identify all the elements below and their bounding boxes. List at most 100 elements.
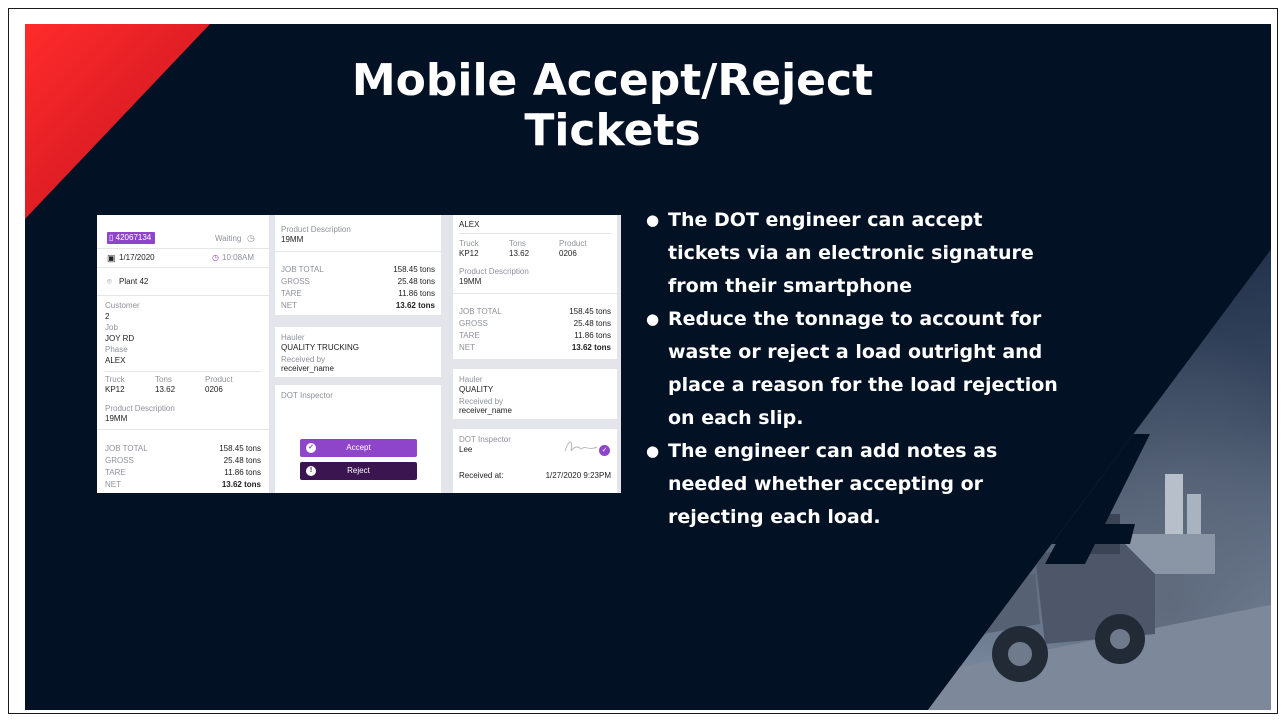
received-at-value: 1/27/2020 9:23PM [545, 471, 611, 480]
slide-canvas: Mobile Accept/Reject Tickets ▯ 42067134 … [25, 24, 1271, 710]
ticket-panel-2-inspector: DOT Inspector ✓ Accept ! Reject [275, 385, 441, 493]
job-total-label: JOB TOTAL [281, 265, 324, 274]
clock-icon: ◷ [247, 233, 255, 243]
job-total-label: JOB TOTAL [459, 307, 502, 316]
job-label: Job [105, 323, 118, 332]
bullet-line: The engineer can add notes as [668, 440, 998, 462]
job-total-value: 158.45 tons [569, 307, 611, 316]
calendar-icon: ▣ [107, 253, 116, 263]
ticket-number-badge[interactable]: ▯ 42067134 [107, 232, 156, 244]
hauler-label: Hauler [459, 375, 483, 384]
slide-title: Mobile Accept/Reject Tickets [325, 56, 900, 156]
ticket-date: 1/17/2020 [119, 253, 155, 262]
net-value: 13.62 tons [221, 480, 261, 489]
title-line-2: Tickets [524, 105, 701, 156]
net-label: NET [459, 343, 475, 352]
net-value: 13.62 tons [571, 343, 611, 352]
job-total-value: 158.45 tons [393, 265, 435, 274]
phase-label: Phase [105, 345, 128, 354]
ticket-panel-1: ▯ 42067134 Waiting ◷ ▣ 1/17/2020 ◷ 10:08… [97, 215, 269, 493]
exclamation-icon: ! [306, 466, 316, 476]
tons-value: 13.62 [509, 249, 530, 258]
signature-image [564, 441, 598, 452]
received-by-label: Received by [281, 355, 326, 364]
truck-label: Truck [459, 239, 479, 248]
received-by-value: receiver_name [281, 364, 334, 373]
bullet-dot: ● [646, 310, 660, 328]
bullet-line: from their smartphone [668, 275, 913, 297]
accept-button-label: Accept [346, 443, 371, 452]
bullet-line: on each slip. [668, 407, 804, 429]
bullet-line: Reduce the tonnage to account for [668, 308, 1042, 330]
received-by-value: receiver_name [459, 406, 512, 415]
hauler-value: QUALITY [459, 385, 494, 394]
truck-label: Truck [105, 375, 125, 384]
product-label: Product [205, 375, 233, 384]
plant-name: Plant 42 [119, 277, 149, 286]
job-value: JOY RD [105, 334, 135, 343]
gross-value: 25.48 tons [223, 456, 261, 465]
hauler-value: QUALITY TRUCKING [281, 343, 359, 352]
received-at-label: Received at: [459, 471, 504, 480]
bullet-line: waste or reject a load outright and [668, 341, 1043, 363]
net-label: NET [281, 301, 297, 310]
tare-label: TARE [105, 468, 126, 477]
app-screenshot: ▯ 42067134 Waiting ◷ ▣ 1/17/2020 ◷ 10:08… [97, 215, 621, 493]
tons-label: Tons [155, 375, 172, 384]
bullet-item: ● Reduce the tonnage to account for wast… [628, 303, 1068, 435]
accept-button[interactable]: ✓ Accept [300, 439, 417, 457]
customer-label: Customer [105, 301, 140, 310]
ticket-panel-2-hauler: Hauler QUALITY TRUCKING Received by rece… [275, 327, 441, 377]
ticket-panel-2-totals: Product Description 19MM JOB TOTAL 158.4… [275, 215, 441, 315]
product-value: 0206 [559, 249, 577, 258]
checkmark-icon: ✓ [599, 445, 610, 456]
ticket-number: 42067134 [115, 233, 152, 242]
ticket-panel-3-hauler: Hauler QUALITY Received by receiver_name [453, 369, 617, 419]
bullet-line: rejecting each load. [668, 506, 881, 528]
gross-label: GROSS [281, 277, 310, 286]
truck-value: KP12 [459, 249, 479, 258]
bullet-line: The DOT engineer can accept [668, 209, 983, 231]
tons-label: Tons [509, 239, 526, 248]
job-total-label: JOB TOTAL [105, 444, 148, 453]
product-description-value: 19MM [281, 235, 304, 244]
bullet-line: tickets via an electronic signature [668, 242, 1034, 264]
truck-value: KP12 [105, 385, 125, 394]
tare-value: 11.86 tons [398, 289, 435, 298]
reject-button[interactable]: ! Reject [300, 462, 417, 480]
tare-value: 11.86 tons [224, 468, 261, 477]
inspector-name: Lee [459, 445, 473, 454]
gross-label: GROSS [105, 456, 134, 465]
dot-inspector-label: DOT Inspector [459, 435, 511, 444]
dot-inspector-label: DOT Inspector [281, 391, 333, 400]
ticket-time: 10:08AM [222, 253, 255, 262]
gross-value: 25.48 tons [573, 319, 611, 328]
product-description-label: Product Description [459, 267, 529, 276]
product-description-label: Product Description [281, 225, 351, 234]
bullet-dot: ● [646, 211, 660, 229]
reject-button-label: Reject [347, 466, 370, 475]
title-line-1: Mobile Accept/Reject [351, 55, 874, 106]
net-value: 13.62 tons [395, 301, 435, 310]
bullet-line: needed whether accepting or [668, 473, 984, 495]
checkmark-icon: ✓ [306, 443, 316, 453]
slide-frame: Mobile Accept/Reject Tickets ▯ 42067134 … [8, 8, 1278, 714]
product-description-label: Product Description [105, 404, 175, 413]
status-label: Waiting [215, 234, 242, 243]
hauler-label: Hauler [281, 333, 305, 342]
bullet-dot: ● [646, 442, 660, 460]
tare-label: TARE [281, 289, 302, 298]
red-corner-accent [25, 24, 210, 219]
gross-label: GROSS [459, 319, 488, 328]
tare-value: 11.86 tons [574, 331, 611, 340]
clock-icon: ◷ [212, 253, 219, 262]
tare-label: TARE [459, 331, 480, 340]
product-description-value: 19MM [105, 414, 128, 423]
tons-value: 13.62 [155, 385, 176, 394]
job-total-value: 158.45 tons [219, 444, 261, 453]
bullet-line: place a reason for the load rejection [668, 374, 1058, 396]
product-value: 0206 [205, 385, 223, 394]
received-by-label: Received by [459, 397, 504, 406]
phase-value: ALEX [459, 220, 480, 229]
product-description-value: 19MM [459, 277, 482, 286]
